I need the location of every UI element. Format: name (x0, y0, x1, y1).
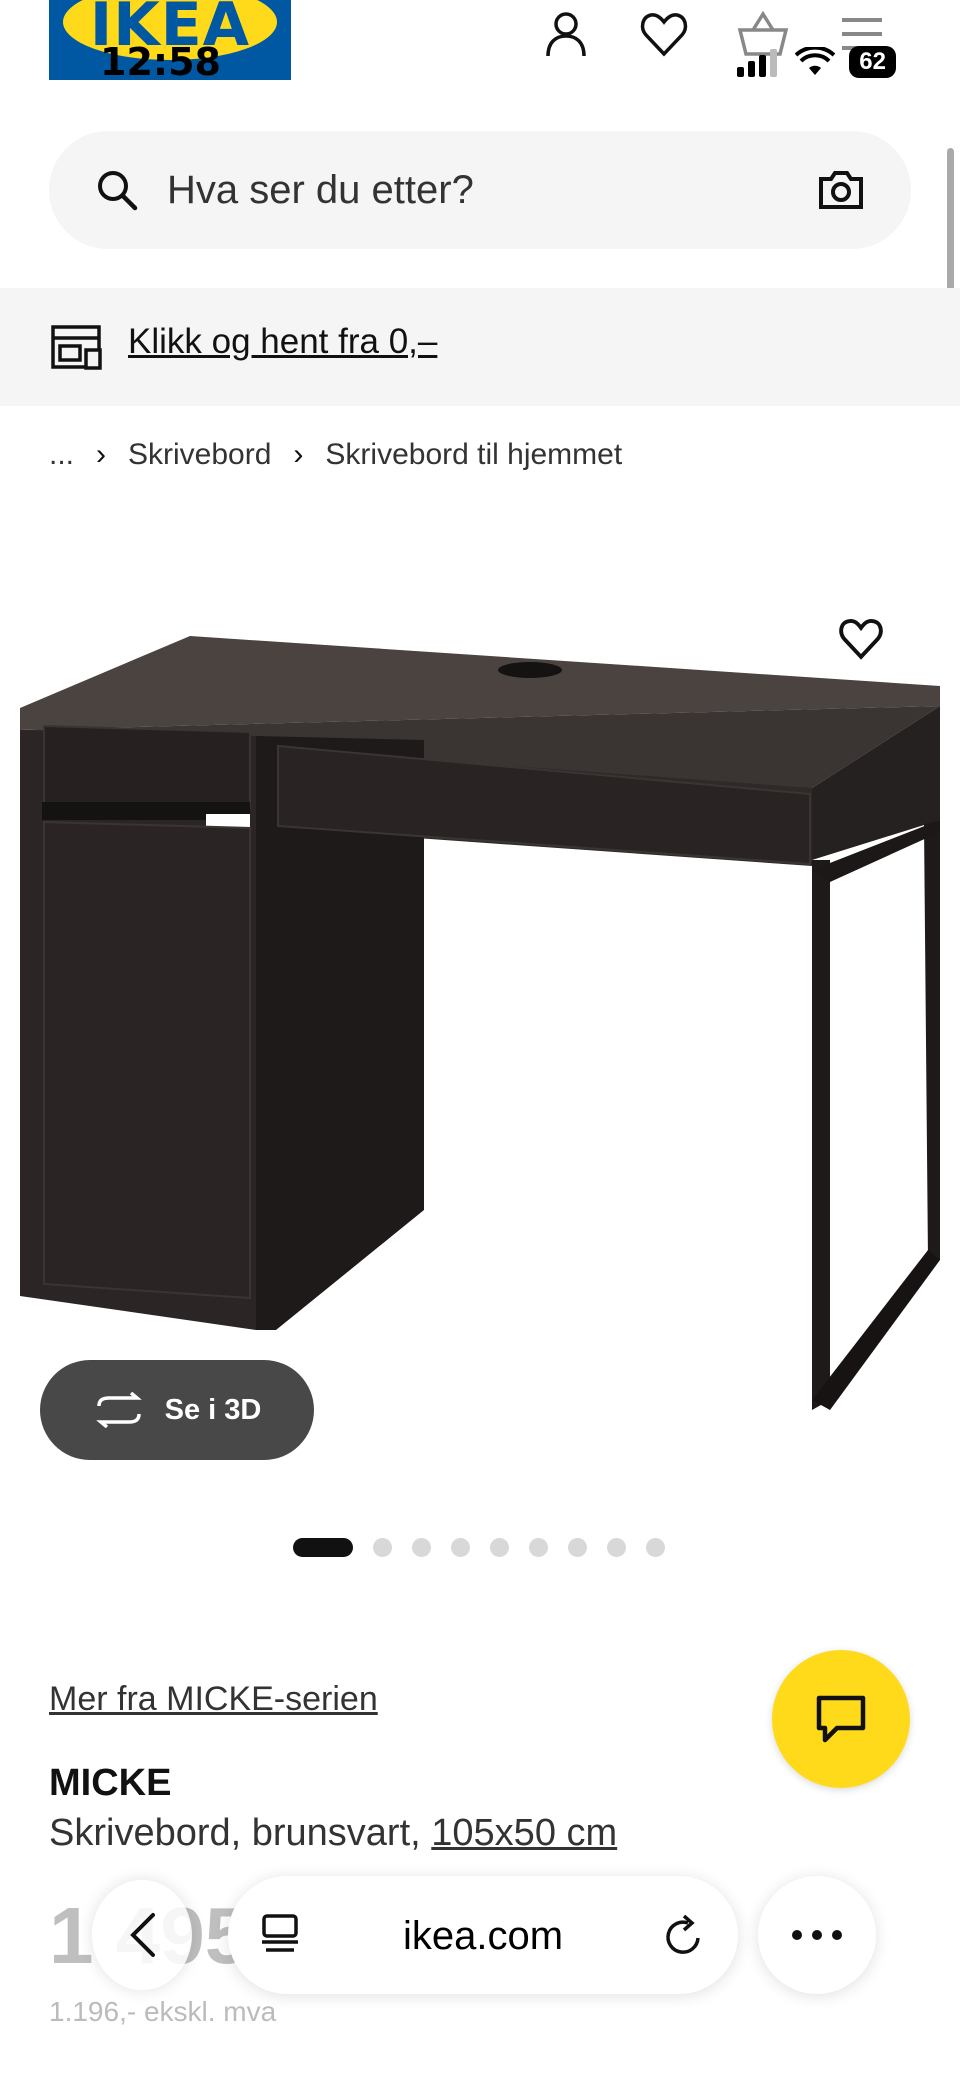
search-bar[interactable] (49, 131, 911, 249)
product-dimensions-link[interactable]: 105x50 cm (431, 1812, 617, 1854)
search-input[interactable] (167, 155, 807, 225)
breadcrumb-ellipsis[interactable]: ... (49, 438, 74, 472)
click-collect-link[interactable]: Klikk og hent fra 0,– (128, 322, 437, 362)
chevron-left-icon (130, 1913, 155, 1957)
product-image[interactable] (0, 560, 960, 1460)
carousel-dot[interactable] (529, 1538, 548, 1557)
search-icon (98, 171, 138, 211)
battery-indicator: 62 (849, 46, 896, 78)
chevron-right-icon: › (96, 438, 107, 471)
status-bar: 62 (737, 46, 896, 78)
heart-icon[interactable] (638, 8, 690, 65)
browser-more-button[interactable] (758, 1876, 876, 1994)
camera-icon[interactable] (817, 167, 865, 211)
carousel-dot[interactable] (490, 1538, 509, 1557)
signal-icon (737, 49, 778, 77)
product-description: Skrivebord, brunsvart, 105x50 cm (49, 1812, 617, 1855)
view-in-3d-button[interactable]: Se i 3D (40, 1360, 314, 1460)
product-name: MICKE (49, 1762, 172, 1804)
store-icon (51, 325, 102, 370)
carousel-dot[interactable] (373, 1538, 392, 1557)
wifi-icon (795, 47, 836, 75)
reload-icon[interactable] (662, 1912, 706, 1958)
carousel-dot[interactable] (646, 1538, 665, 1557)
product-type: Skrivebord, brunsvart, (49, 1812, 421, 1854)
price-excl-vat: 1.196,- ekskl. mva (49, 1996, 277, 2027)
carousel-dot[interactable] (412, 1538, 431, 1557)
carousel-dots (293, 1538, 665, 1557)
chevron-right-icon: › (293, 438, 304, 471)
person-icon[interactable] (540, 8, 592, 65)
browser-back-button[interactable] (92, 1880, 192, 1990)
carousel-dot[interactable] (293, 1538, 353, 1557)
chat-button[interactable] (772, 1650, 910, 1788)
breadcrumb-skrivebord[interactable]: Skrivebord (128, 438, 271, 472)
more-icon (792, 1930, 842, 1940)
browser-url-bar[interactable]: ikea.com (228, 1876, 738, 1994)
series-link[interactable]: Mer fra MICKE-serien (49, 1680, 378, 1719)
rotate-3d-icon (95, 1392, 142, 1428)
click-collect-banner: Klikk og hent fra 0,– (0, 288, 960, 406)
chat-icon (816, 1695, 866, 1743)
breadcrumb-skrivebord-hjemmet[interactable]: Skrivebord til hjemmet (325, 438, 622, 472)
carousel-dot[interactable] (451, 1538, 470, 1557)
add-to-favourites-button[interactable] (832, 610, 890, 673)
heart-icon (832, 610, 890, 668)
status-time: 12:58 (100, 40, 221, 84)
breadcrumb: ... › Skrivebord › Skrivebord til hjemme… (49, 438, 622, 472)
carousel-dot[interactable] (607, 1538, 626, 1557)
carousel-dot[interactable] (568, 1538, 587, 1557)
view-in-3d-label: Se i 3D (164, 1393, 262, 1426)
